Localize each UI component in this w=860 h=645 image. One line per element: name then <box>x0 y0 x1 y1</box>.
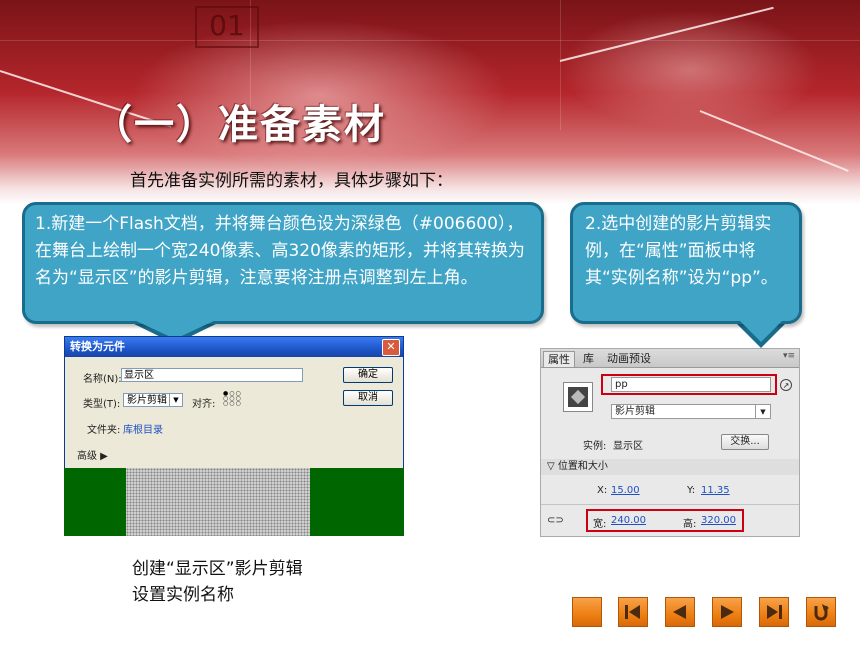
y-value[interactable]: 11.35 <box>701 485 730 496</box>
advanced-toggle[interactable]: 高级 ▶ <box>77 447 108 462</box>
size-highlight <box>586 509 744 532</box>
name-label: 名称(N): <box>83 374 122 385</box>
cancel-button[interactable]: 取消 <box>343 390 393 406</box>
tab-motion-presets[interactable]: 动画预设 <box>603 351 655 366</box>
first-slide-icon <box>625 605 640 619</box>
type-select-value: 影片剪辑 <box>127 395 167 406</box>
dialog-title: 转换为元件 <box>70 340 125 353</box>
ok-button[interactable]: 确定 <box>343 367 393 383</box>
intro-text: 首先准备实例所需的素材，具体步骤如下： <box>130 171 453 191</box>
x-label: X: <box>597 485 608 496</box>
stage-area <box>64 468 404 536</box>
last-slide-icon <box>767 605 782 619</box>
panel-menu-icon[interactable]: ▾≡ <box>783 351 795 361</box>
chevron-down-icon: ▼ <box>169 394 182 406</box>
stop-icon <box>577 602 597 622</box>
instance-name-highlight <box>601 374 777 395</box>
return-icon <box>814 604 829 621</box>
y-label: Y: <box>687 485 696 496</box>
divider <box>541 504 799 505</box>
position-size-section[interactable]: ▽ 位置和大小 <box>541 459 799 475</box>
banner-gridline <box>0 40 860 41</box>
next-icon <box>721 605 734 619</box>
type-label: 类型(T): <box>83 399 121 410</box>
display-rectangle <box>126 468 310 536</box>
movieclip-symbol-icon <box>563 382 593 412</box>
stop-button[interactable] <box>572 597 602 627</box>
symbol-type-select[interactable]: 影片剪辑 ▼ <box>611 404 771 419</box>
name-input[interactable]: 显示区 <box>121 368 303 382</box>
close-icon[interactable]: ✕ <box>382 339 400 356</box>
first-slide-button[interactable] <box>618 597 648 627</box>
lightning-decoration <box>699 110 849 172</box>
slide-title: （一）准备素材 <box>92 102 386 148</box>
edit-arrow-icon[interactable]: ↗ <box>780 379 792 391</box>
registration-grid-icon[interactable]: ●○○ ○○○ ○○○ <box>223 391 242 407</box>
callout-step-1: 1.新建一个Flash文档，并将舞台颜色设为深绿色（#006600），在舞台上绘… <box>22 202 544 324</box>
folder-label: 文件夹: <box>87 425 121 436</box>
link-icon[interactable]: ⊂⊃ <box>547 515 564 526</box>
previous-icon <box>673 605 686 619</box>
panel-tabs: 属性 库 动画预设 ▾≡ <box>541 349 799 368</box>
instance-value: 显示区 <box>613 441 643 452</box>
next-slide-button[interactable] <box>712 597 742 627</box>
return-button[interactable] <box>806 597 836 627</box>
banner-number-decoration: 01 <box>195 6 259 48</box>
dialog-titlebar: 转换为元件 ✕ <box>65 337 403 357</box>
swap-button[interactable]: 交换... <box>721 434 769 450</box>
previous-slide-button[interactable] <box>665 597 695 627</box>
type-select[interactable]: 影片剪辑 ▼ <box>123 393 183 407</box>
tab-library[interactable]: 库 <box>579 351 598 366</box>
tab-properties[interactable]: 属性 <box>543 351 575 367</box>
caption-set-instance-name: 设置实例名称 <box>132 585 234 605</box>
properties-panel: 属性 库 动画预设 ▾≡ pp ↗ 影片剪辑 ▼ 实例: 显示区 交换... ▽… <box>540 348 800 537</box>
folder-link[interactable]: 库根目录 <box>123 421 163 436</box>
caption-create-movieclip: 创建“显示区”影片剪辑 <box>132 559 303 579</box>
instance-label: 实例: <box>583 441 607 452</box>
callout-tail-fill <box>739 320 783 342</box>
last-slide-button[interactable] <box>759 597 789 627</box>
symbol-type-value: 影片剪辑 <box>615 406 655 417</box>
chevron-down-icon: ▼ <box>755 405 770 418</box>
x-value[interactable]: 15.00 <box>611 485 640 496</box>
align-label: 对齐: <box>192 399 216 410</box>
banner-gridline <box>560 0 561 130</box>
callout-step-2: 2.选中创建的影片剪辑实例，在“属性”面板中将其“实例名称”设为“pp”。 <box>570 202 802 324</box>
